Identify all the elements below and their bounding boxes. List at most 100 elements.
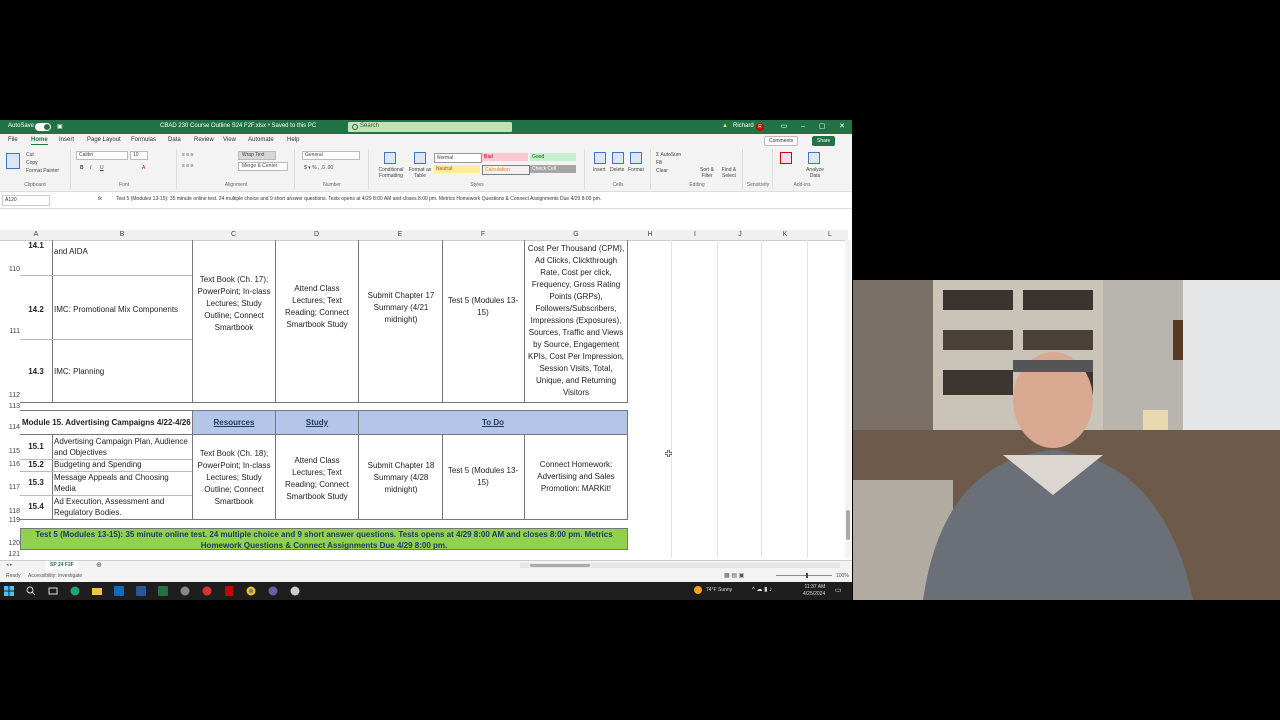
- border: [20, 275, 192, 276]
- webcam-video: [853, 280, 1280, 600]
- border: [627, 240, 628, 402]
- worksheet: 110 111 112 113 114 115 116 117 118 119 …: [0, 120, 852, 582]
- gridline: [807, 240, 808, 558]
- border: [442, 240, 443, 402]
- prev-sheet-icon[interactable]: ◂ ▸: [6, 562, 12, 568]
- row-header[interactable]: 115: [0, 448, 20, 455]
- teams-icon[interactable]: [268, 586, 278, 596]
- row-header[interactable]: 121: [0, 551, 20, 558]
- task-view-icon[interactable]: [48, 586, 58, 596]
- app-icon[interactable]: [290, 586, 300, 596]
- row-header[interactable]: 116: [0, 461, 20, 468]
- border: [358, 240, 359, 402]
- outlook-icon[interactable]: [114, 586, 124, 596]
- vertical-scrollbar[interactable]: [845, 240, 851, 558]
- add-sheet-icon[interactable]: ⊕: [96, 561, 102, 569]
- system-tray-icons[interactable]: ^ ☁ ▮ ♪: [752, 586, 772, 593]
- row-header[interactable]: 110: [0, 266, 20, 273]
- word-icon[interactable]: [136, 586, 146, 596]
- cell-b-14-2[interactable]: IMC: Promotional Mix Components: [52, 304, 192, 316]
- cell-a-14-3[interactable]: 14.3: [20, 366, 52, 378]
- cell-a-15-1[interactable]: 15.1: [20, 436, 52, 458]
- cell-todo-14-g[interactable]: Cost Per Thousand (CPM), Ad Clicks, Clic…: [525, 242, 627, 400]
- pdf-icon[interactable]: [224, 586, 234, 596]
- border: [627, 410, 628, 519]
- accessibility-status[interactable]: Accessibility: Investigate: [28, 573, 82, 579]
- cell-todo-15-e[interactable]: Submit Chapter 18 Summary (4/28 midnight…: [360, 458, 442, 498]
- border: [20, 471, 192, 472]
- app-icon[interactable]: [180, 586, 190, 596]
- cell-todo-14-e[interactable]: Submit Chapter 17 Summary (4/21 midnight…: [360, 288, 442, 328]
- edge-icon[interactable]: [70, 586, 80, 596]
- border: [192, 410, 193, 519]
- cell-a-15-3[interactable]: 15.3: [20, 472, 52, 494]
- webcam-overlay: [853, 280, 1280, 600]
- row-header[interactable]: 111: [0, 328, 20, 335]
- notifications-icon[interactable]: ▭: [835, 586, 842, 594]
- cell-a-15-2[interactable]: 15.2: [20, 459, 52, 471]
- chrome-icon[interactable]: [246, 586, 256, 596]
- weather-text[interactable]: 74°F Sunny: [706, 587, 732, 593]
- border: [442, 435, 443, 519]
- zoom-level[interactable]: 100%: [836, 573, 849, 579]
- gridline: [671, 240, 672, 558]
- cell-resources-14[interactable]: Text Book (Ch. 17); PowerPoint; In-class…: [194, 270, 274, 338]
- border: [192, 240, 193, 402]
- cell-resources-15[interactable]: Text Book (Ch. 18); PowerPoint; In-class…: [194, 448, 274, 508]
- clock-date: 4/25/2024: [803, 591, 826, 597]
- zoom-slider-thumb[interactable]: [806, 573, 808, 578]
- border: [358, 410, 359, 519]
- row-header[interactable]: 117: [0, 484, 20, 491]
- gridline: [761, 240, 762, 558]
- row-header[interactable]: 120: [0, 540, 20, 547]
- test-5-banner[interactable]: Test 5 (Modules 13-15): 35 minute online…: [20, 528, 628, 550]
- weather-icon: [694, 586, 702, 594]
- row-header[interactable]: 113: [0, 403, 20, 410]
- clock-time: 11:37 AM: [804, 584, 826, 590]
- cell-b-15-3[interactable]: Message Appeals and Choosing Media: [52, 471, 192, 495]
- border: [275, 410, 276, 519]
- cell-study-15[interactable]: Attend Class Lectures; Text Reading; Con…: [277, 454, 357, 504]
- cell-a-14-2[interactable]: 14.2: [20, 304, 52, 316]
- row-header[interactable]: 114: [0, 424, 20, 431]
- cell-todo-15-g[interactable]: Connect Homework: Advertising and Sales …: [526, 458, 626, 496]
- cell-b-15-4[interactable]: Ad Execution, Assessment and Regulatory …: [52, 495, 192, 519]
- header-to-do[interactable]: To Do: [359, 411, 627, 434]
- header-resources[interactable]: Resources: [193, 411, 275, 434]
- cell-b-15-1[interactable]: Advertising Campaign Plan, Audience and …: [52, 435, 192, 459]
- cell-a-15-4[interactable]: 15.4: [20, 496, 52, 518]
- row-header[interactable]: 118: [0, 508, 20, 515]
- h-scroll-thumb[interactable]: [530, 564, 590, 567]
- windows-taskbar: 74°F Sunny ^ ☁ ▮ ♪ 11:37 AM 4/25/2024 ▭: [0, 582, 852, 600]
- cell-b-14-1[interactable]: and AIDA: [52, 246, 192, 258]
- zoom-slider[interactable]: [776, 575, 832, 576]
- cell-todo-15-f[interactable]: Test 5 (Modules 13-15): [444, 464, 522, 490]
- cell-b-15-2[interactable]: Budgeting and Spending: [52, 459, 192, 471]
- windows-start-icon[interactable]: [4, 586, 14, 596]
- module-15-title[interactable]: Module 15. Advertising Campaigns 4/22-4/…: [20, 410, 192, 434]
- border: [20, 459, 192, 460]
- border: [52, 435, 53, 519]
- header-study[interactable]: Study: [276, 411, 358, 434]
- cell-todo-14-f[interactable]: Test 5 (Modules 13-15): [444, 294, 522, 320]
- file-explorer-icon[interactable]: [92, 586, 102, 596]
- row-header[interactable]: 119: [0, 517, 20, 524]
- horizontal-scrollbar[interactable]: [520, 563, 840, 568]
- cell-study-14[interactable]: Attend Class Lectures; Text Reading; Con…: [277, 282, 357, 332]
- search-taskbar-icon[interactable]: [26, 586, 36, 596]
- acrobat-icon[interactable]: [202, 586, 212, 596]
- cell-b-14-3[interactable]: IMC: Planning: [52, 366, 192, 378]
- status-bar: Ready Accessibility: Investigate ▦ ▤ ▣ 1…: [0, 570, 852, 582]
- excel-window: AutoSave ▣ CBAD 230 Course Outline S24 F…: [0, 120, 852, 582]
- cell-a-14-1[interactable]: 14.1: [20, 240, 52, 252]
- row-header[interactable]: 112: [0, 392, 20, 399]
- cell-cursor-icon: [665, 450, 672, 457]
- border: [275, 240, 276, 402]
- border: [20, 495, 192, 496]
- clock[interactable]: 11:37 AM 4/25/2024: [803, 584, 825, 598]
- normal-view-icon[interactable]: ▦ ▤ ▣: [724, 572, 744, 579]
- border: [20, 339, 192, 340]
- border: [524, 240, 525, 402]
- excel-icon[interactable]: [158, 586, 168, 596]
- scroll-thumb[interactable]: [846, 510, 850, 540]
